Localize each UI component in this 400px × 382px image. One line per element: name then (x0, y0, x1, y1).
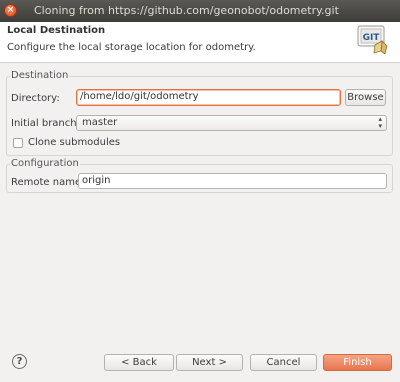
directory-input[interactable]: /home/ldo/git/odometry (76, 89, 341, 106)
select-arrows-icon: ▴ ▾ (378, 115, 382, 130)
wizard-header: Local Destination Configure the local st… (0, 22, 400, 63)
finish-button[interactable]: Finish (323, 354, 392, 371)
initial-branch-value: master (82, 117, 118, 128)
destination-group-label: Destination (10, 70, 70, 81)
help-icon[interactable]: ? (12, 354, 27, 369)
initial-branch-select[interactable]: master ▴ ▾ (76, 115, 387, 131)
initial-branch-label: Initial branch: (11, 118, 80, 129)
window-title: Cloning from https://github.com/geonobot… (34, 4, 339, 17)
git-logo-text: GIT (363, 33, 381, 43)
git-logo-icon: GIT (357, 25, 388, 55)
clone-submodules-checkbox[interactable] (13, 138, 23, 148)
configuration-group-label: Configuration (10, 158, 80, 169)
remote-name-input[interactable]: origin (78, 173, 387, 189)
close-icon[interactable]: × (4, 4, 17, 17)
browse-button[interactable]: Browse (345, 89, 386, 106)
window-titlebar: × Cloning from https://github.com/geonob… (0, 0, 400, 22)
directory-label: Directory: (11, 93, 60, 104)
cancel-button[interactable]: Cancel (250, 354, 317, 371)
page-description: Configure the local storage location for… (7, 42, 256, 53)
next-button[interactable]: Next > (176, 354, 243, 371)
page-title: Local Destination (7, 25, 106, 36)
back-button[interactable]: < Back (104, 354, 174, 371)
remote-name-label: Remote name: (11, 177, 85, 188)
clone-submodules-label: Clone submodules (28, 137, 121, 148)
